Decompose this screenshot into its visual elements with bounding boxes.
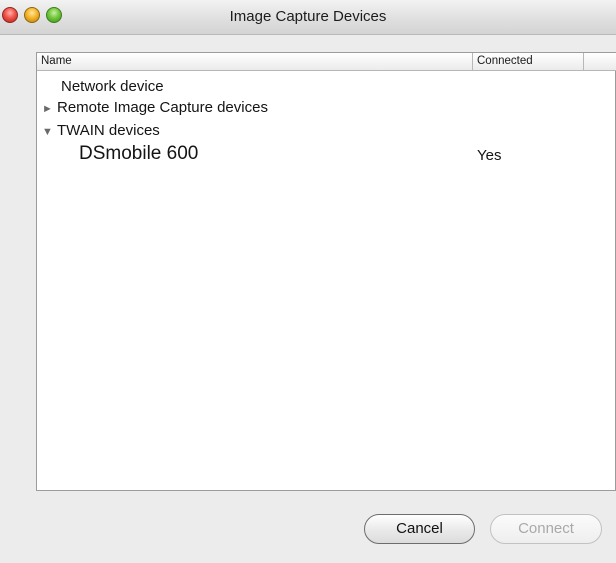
- column-divider[interactable]: [583, 53, 584, 70]
- table-header: Name Connected: [37, 53, 616, 71]
- column-header-name[interactable]: Name: [41, 53, 471, 70]
- table-row-twain-devices[interactable]: ▼ TWAIN devices: [37, 122, 615, 142]
- group-name-label: Remote Image Capture devices: [57, 99, 268, 116]
- device-name-label: DSmobile 600: [79, 143, 199, 164]
- image-capture-devices-window: Image Capture Devices Name Connected Net…: [0, 0, 616, 563]
- title-bar[interactable]: Image Capture Devices: [0, 0, 616, 35]
- group-name-label: TWAIN devices: [57, 122, 160, 139]
- disclosure-triangle-collapsed-icon[interactable]: ►: [42, 99, 56, 119]
- device-connected-value: Yes: [477, 147, 502, 164]
- device-name-label: Network device: [61, 78, 164, 95]
- disclosure-triangle-expanded-icon[interactable]: ▼: [42, 122, 56, 142]
- window-title: Image Capture Devices: [229, 8, 387, 25]
- table-row-remote-image-capture-devices[interactable]: ► Remote Image Capture devices: [37, 99, 615, 119]
- column-divider[interactable]: [472, 53, 473, 70]
- table-row-dsmobile-600[interactable]: DSmobile 600 Yes: [37, 143, 615, 169]
- device-table[interactable]: Name Connected Network device ► Remote I…: [36, 52, 616, 491]
- cancel-button[interactable]: Cancel: [364, 514, 475, 544]
- table-row-network-device[interactable]: Network device: [37, 78, 615, 98]
- column-header-connected[interactable]: Connected: [477, 53, 597, 70]
- connect-button[interactable]: Connect: [490, 514, 602, 544]
